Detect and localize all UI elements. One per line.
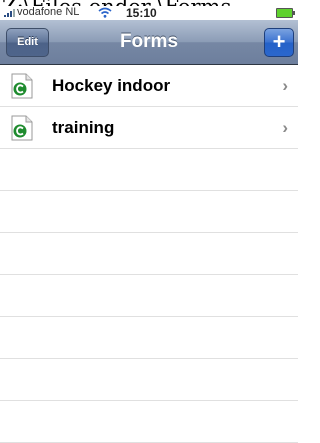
chevron-right-icon: ›: [282, 118, 288, 137]
empty-row: [0, 401, 298, 443]
wifi-icon: [98, 7, 112, 18]
forms-list: Hockey indoor › training ›: [0, 65, 298, 443]
list-item-label: training: [52, 118, 115, 137]
form-document-icon: [11, 73, 33, 99]
list-item-label: Hockey indoor: [52, 76, 171, 95]
empty-row: [0, 275, 298, 317]
carrier-name: vodafone NL: [17, 6, 80, 18]
empty-row: [0, 359, 298, 401]
empty-row: [0, 191, 298, 233]
list-item[interactable]: training ›: [0, 107, 298, 149]
empty-row: [0, 233, 298, 275]
navigation-bar: Forms Edit +: [0, 20, 298, 65]
empty-row: [0, 317, 298, 359]
list-item[interactable]: Hockey indoor ›: [0, 65, 298, 107]
status-time: 15:10: [126, 6, 157, 20]
empty-row: [0, 149, 298, 191]
add-form-button[interactable]: +: [264, 28, 294, 57]
status-bar: vodafone NL 15:10: [0, 6, 298, 20]
chevron-right-icon: ›: [282, 76, 288, 95]
signal-strength-icon: [4, 9, 15, 17]
battery-icon: [276, 8, 295, 18]
edit-button[interactable]: Edit: [6, 28, 49, 57]
form-document-icon: [11, 115, 33, 141]
